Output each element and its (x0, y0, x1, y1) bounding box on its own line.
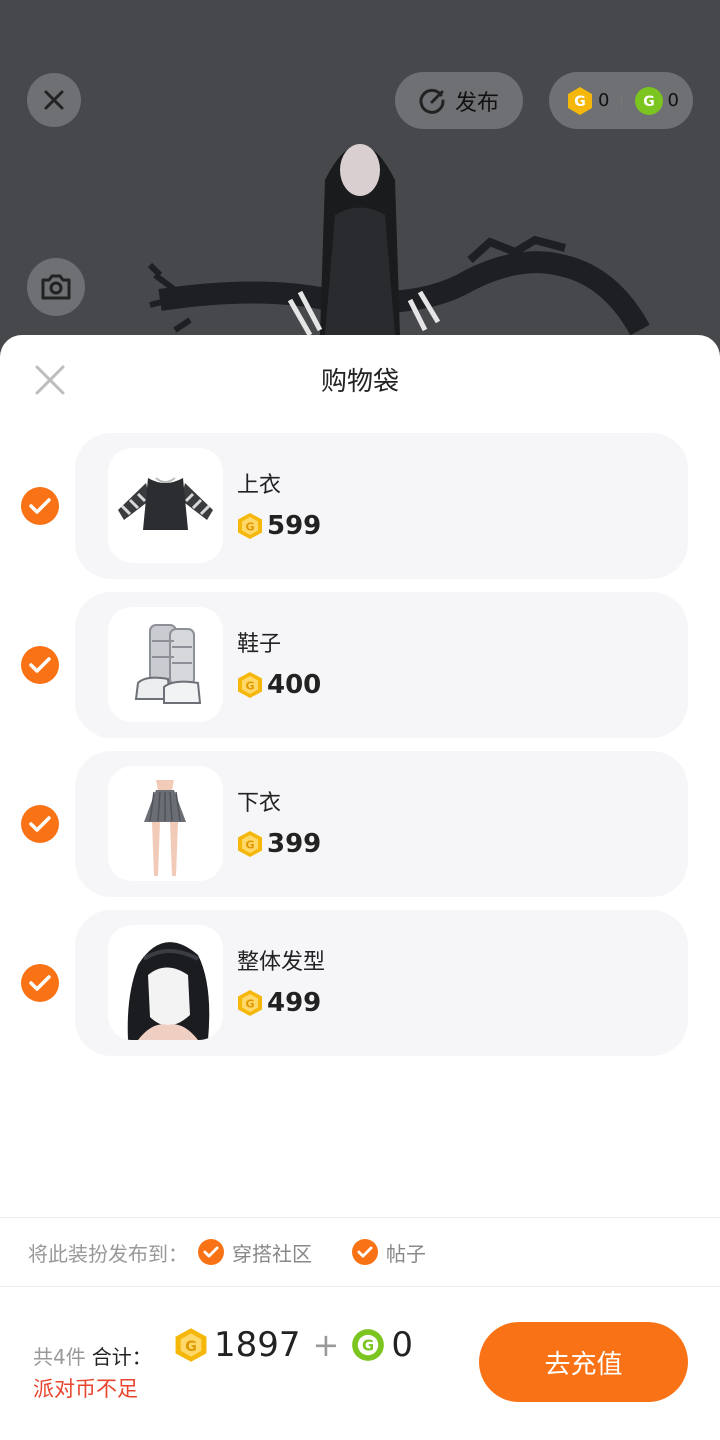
svg-text:G: G (245, 680, 254, 693)
checkbox-checked-icon[interactable] (21, 964, 59, 1002)
gold-coin-icon: G (238, 990, 262, 1016)
item-price: 399 (267, 829, 322, 859)
balance-pill[interactable]: G 0 G 0 (549, 72, 693, 129)
svg-text:G: G (245, 521, 254, 534)
item-name: 下衣 (237, 791, 282, 816)
gold-balance: 0 (598, 90, 610, 111)
item-price: 499 (267, 988, 322, 1018)
item-name: 鞋子 (237, 632, 282, 657)
avatar-figure (147, 144, 650, 337)
item-price-row: G 499 (237, 988, 321, 1018)
item-price-row: G 400 (237, 670, 321, 700)
item-thumbnail (108, 925, 223, 1040)
total-sum: G 1897 + G 0 (174, 1325, 413, 1365)
count-text: 共4件 (33, 1345, 86, 1369)
gold-coin-icon: G (238, 672, 262, 698)
green-coin-icon: G (352, 1329, 385, 1361)
item-price-row: G 399 (237, 829, 321, 859)
divider (0, 1286, 720, 1287)
checkbox-checked-icon (198, 1239, 224, 1265)
top-garment-icon (118, 477, 213, 530)
item-count: 共4件 合计： (33, 1341, 152, 1370)
svg-text:G: G (245, 839, 254, 852)
publish-option-community[interactable]: 穿搭社区 (198, 1238, 312, 1267)
publish-option-label: 帖子 (386, 1241, 426, 1266)
plus-sign: + (312, 1326, 340, 1364)
hairstyle-icon (127, 942, 210, 1040)
cart-item-hairstyle: 整体发型 G 499 (0, 910, 720, 1056)
publish-button[interactable]: 发布 (395, 72, 523, 129)
shopping-bag-sheet: 购物袋 上衣 G 599 鞋子 G 400 下衣 G 399 整体发型 G 49… (0, 335, 720, 1440)
skirt-icon (144, 780, 186, 876)
publish-to-row: 将此装扮发布到： 穿搭社区 帖子 (28, 1237, 426, 1267)
green-balance: 0 (667, 90, 679, 111)
gold-coin-icon: G (238, 513, 262, 539)
svg-text:G: G (245, 998, 254, 1011)
sheet-title: 购物袋 (320, 367, 399, 397)
publish-option-post[interactable]: 帖子 (352, 1238, 426, 1267)
green-coin-icon: G (635, 86, 664, 115)
publish-to-label: 将此装扮发布到： (28, 1241, 188, 1266)
cart-item-bottom: 下衣 G 399 (0, 751, 720, 897)
avatar-scene: 发布 G 0 G 0 (0, 0, 720, 360)
checkbox-checked-icon[interactable] (21, 805, 59, 843)
green-total: 0 (391, 1325, 413, 1365)
gold-coin-icon: G (175, 1328, 207, 1362)
publish-option-label: 穿搭社区 (232, 1241, 312, 1266)
item-name: 上衣 (237, 473, 282, 498)
balance-divider (621, 93, 623, 108)
shoes-icon (134, 624, 202, 704)
camera-icon (41, 274, 71, 300)
gold-total: 1897 (214, 1325, 301, 1365)
gold-coin-icon: G (568, 86, 592, 115)
svg-text:G: G (185, 1339, 197, 1355)
item-name: 整体发型 (237, 950, 326, 975)
checkbox-checked-icon[interactable] (21, 487, 59, 525)
recharge-button[interactable]: 去充值 (479, 1322, 688, 1402)
svg-text:G: G (644, 94, 656, 110)
publish-icon (419, 88, 445, 114)
cart-item-shoes: 鞋子 G 400 (0, 592, 720, 738)
item-thumbnail (108, 607, 223, 722)
checkbox-checked-icon[interactable] (21, 646, 59, 684)
item-thumbnail (108, 448, 223, 563)
item-thumbnail (108, 766, 223, 881)
publish-label: 发布 (454, 90, 499, 116)
cart-item-top: 上衣 G 599 (0, 433, 720, 579)
item-price-row: G 599 (237, 511, 321, 541)
svg-text:G: G (574, 94, 586, 110)
close-icon (44, 90, 64, 110)
camera-button[interactable] (27, 258, 85, 316)
gold-coin-icon: G (238, 831, 262, 857)
insufficient-coins-warning: 派对币不足 (33, 1377, 138, 1401)
checkbox-checked-icon (352, 1239, 378, 1265)
svg-text:G: G (362, 1338, 374, 1355)
close-editor-button[interactable] (27, 73, 81, 127)
item-price: 400 (267, 670, 322, 700)
total-label: 合计： (91, 1345, 152, 1369)
divider (0, 1217, 720, 1218)
item-price: 599 (267, 511, 322, 541)
